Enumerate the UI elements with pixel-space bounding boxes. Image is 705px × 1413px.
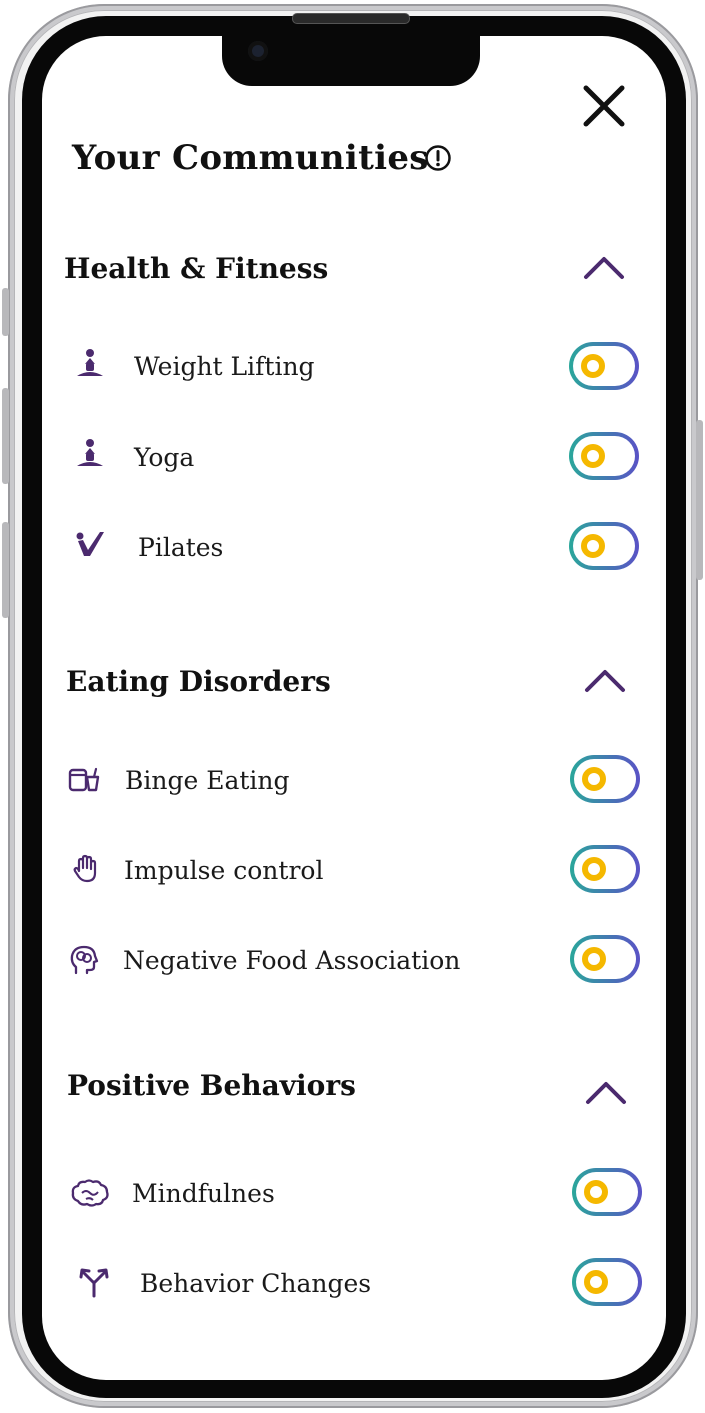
- toggle-binge-eating[interactable]: [570, 755, 640, 803]
- chevron-up-icon: [584, 257, 624, 279]
- toggle-behavior-changes[interactable]: [572, 1258, 642, 1306]
- close-button[interactable]: [580, 82, 628, 130]
- toggle-knob: [582, 857, 606, 881]
- chevron-up-icon: [585, 670, 625, 692]
- front-camera: [248, 41, 268, 61]
- brain-icon: [70, 1177, 110, 1209]
- toggle-knob: [581, 444, 605, 468]
- branch-arrows-icon: [78, 1266, 110, 1298]
- toggle-impulse-control[interactable]: [570, 845, 640, 893]
- toggle-negative-food-association[interactable]: [570, 935, 640, 983]
- info-icon: [425, 145, 451, 171]
- page-title: Your Communities: [72, 138, 429, 178]
- hand-icon: [70, 853, 102, 885]
- volume-up-button: [2, 388, 9, 484]
- toggle-yoga[interactable]: [569, 432, 639, 480]
- power-button: [696, 420, 703, 580]
- meditation-icon: [74, 348, 106, 380]
- item-label-pilates: Pilates: [138, 533, 224, 562]
- head-brain-icon: [68, 944, 100, 976]
- close-icon: [583, 85, 625, 127]
- toggle-weight-lifting[interactable]: [569, 342, 639, 390]
- meditation-icon: [74, 438, 106, 470]
- item-label-binge-eating: Binge Eating: [125, 766, 290, 795]
- toggle-knob: [584, 1270, 608, 1294]
- collapse-health-fitness-button[interactable]: [582, 252, 626, 282]
- item-label-behavior-changes: Behavior Changes: [140, 1269, 372, 1298]
- toggle-pilates[interactable]: [569, 522, 639, 570]
- collapse-positive-behaviors-button[interactable]: [584, 1077, 628, 1107]
- toggle-knob: [584, 1180, 608, 1204]
- item-label-mindfulnes: Mindfulnes: [132, 1179, 275, 1208]
- item-label-weight-lifting: Weight Lifting: [134, 352, 315, 381]
- toggle-knob: [582, 947, 606, 971]
- section-title-positive-behaviors: Positive Behaviors: [67, 1069, 356, 1102]
- silent-switch: [2, 288, 9, 336]
- speaker-grille: [292, 13, 410, 24]
- item-label-yoga: Yoga: [134, 443, 195, 472]
- item-label-negative-food-association: Negative Food Association: [123, 946, 461, 975]
- toggle-knob: [581, 534, 605, 558]
- toggle-knob: [581, 354, 605, 378]
- pilates-icon: [74, 528, 106, 560]
- toggle-mindfulnes[interactable]: [572, 1168, 642, 1216]
- toggle-knob: [582, 767, 606, 791]
- collapse-eating-disorders-button[interactable]: [583, 665, 627, 695]
- volume-down-button: [2, 522, 9, 618]
- chevron-up-icon: [586, 1082, 626, 1104]
- section-title-health-fitness: Health & Fitness: [64, 252, 329, 285]
- info-button[interactable]: [424, 144, 452, 172]
- section-title-eating-disorders: Eating Disorders: [66, 665, 331, 698]
- item-label-impulse-control: Impulse control: [124, 856, 324, 885]
- food-container-icon: [68, 763, 100, 795]
